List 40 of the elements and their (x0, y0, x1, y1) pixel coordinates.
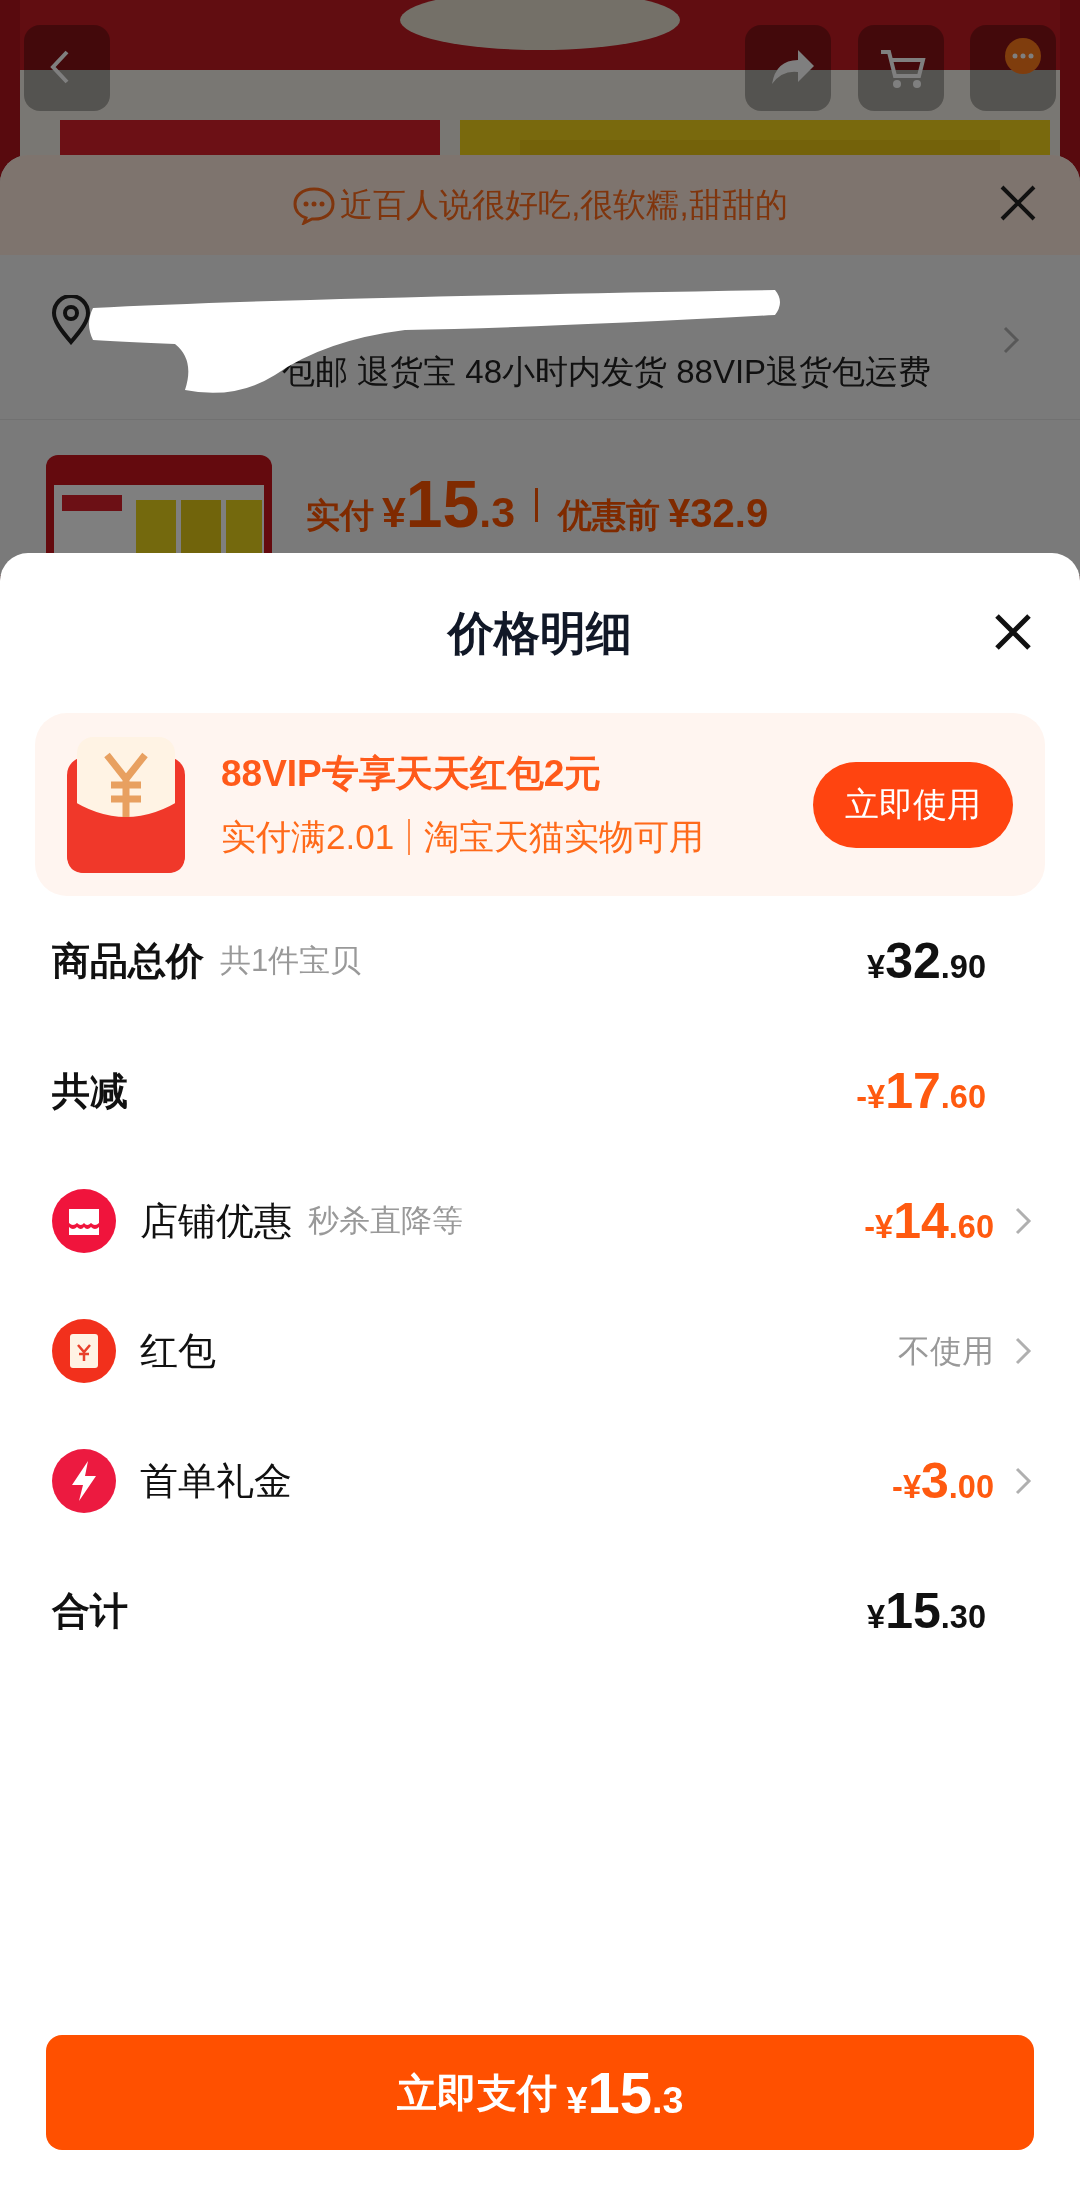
row-value: 不使用 (898, 1332, 994, 1371)
location-pin-icon (50, 295, 92, 345)
row-note: 秒杀直降等 (308, 1201, 463, 1240)
row-amount: -¥3.00 (892, 1451, 994, 1511)
row-note: 共1件宝贝 (220, 941, 362, 980)
pay-now-button[interactable]: 立即支付 ¥15.3 (46, 2035, 1034, 2150)
envelope-icon (52, 1319, 116, 1383)
row-label: 合计 (52, 1588, 128, 1634)
chevron-right-icon (1014, 1206, 1032, 1236)
row-label: 商品总价 (52, 938, 204, 984)
paid-price: ¥15.3 (382, 466, 516, 543)
paid-label: 实付 (306, 495, 374, 536)
row-label: 共减 (52, 1068, 128, 1114)
close-button[interactable] (994, 613, 1032, 651)
promo-condition: 实付满2.01 (221, 816, 395, 858)
sheet-title: 价格明细 (448, 605, 632, 661)
row-amount: -¥17.60 (856, 1061, 986, 1121)
use-now-button[interactable]: 立即使用 (813, 761, 1013, 848)
chevron-right-icon (1002, 325, 1020, 355)
row-amount: -¥14.60 (864, 1191, 994, 1251)
review-text: 近百人说很好吃,很软糯,甜甜的 (340, 185, 788, 226)
store-icon (52, 1189, 116, 1253)
cart-icon (881, 50, 926, 88)
chevron-left-icon (50, 50, 69, 84)
original-label: 优惠前 (558, 495, 661, 536)
row-amount: ¥32.90 (867, 931, 986, 991)
promo-title: 88VIP专享天天红包2元 (221, 751, 603, 796)
share-arrow-icon (772, 50, 814, 84)
row-label: 首单礼金 (140, 1458, 292, 1504)
chat-bubble-icon (292, 185, 337, 225)
envelope-icon (67, 736, 185, 873)
chevron-right-icon (1014, 1466, 1032, 1496)
promo-condition: 淘宝天猫实物可用 (424, 816, 705, 858)
row-amount: ¥15.30 (867, 1581, 986, 1641)
row-label: 红包 (140, 1328, 216, 1374)
chevron-right-icon (1014, 1336, 1032, 1366)
original-price: ¥32.9 (668, 490, 769, 537)
row-label: 店铺优惠 (140, 1198, 292, 1244)
lightning-icon (52, 1449, 116, 1513)
more-icon (1005, 38, 1041, 74)
